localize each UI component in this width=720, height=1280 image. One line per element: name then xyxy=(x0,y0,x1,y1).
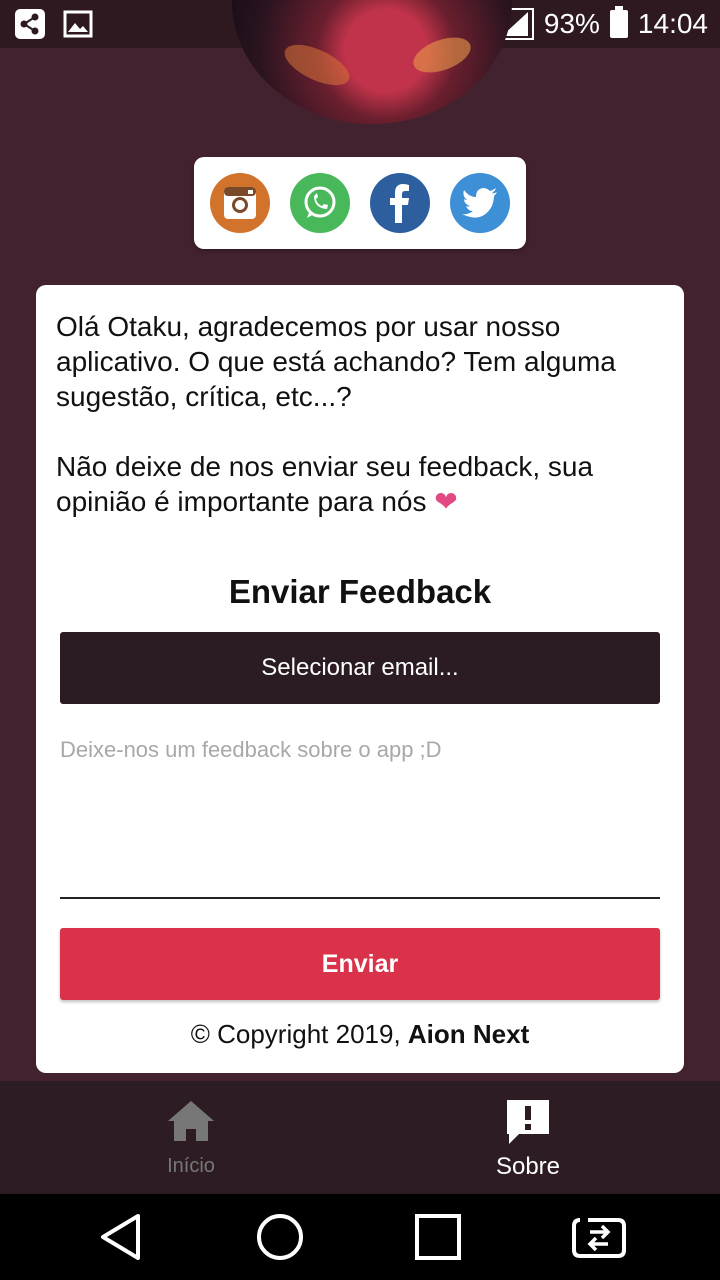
share-icon xyxy=(14,8,46,40)
image-icon xyxy=(62,8,94,40)
instagram-button[interactable] xyxy=(210,173,270,233)
system-navigation-bar xyxy=(0,1194,720,1280)
recents-icon[interactable] xyxy=(413,1212,463,1262)
select-email-button[interactable]: Selecionar email... xyxy=(60,632,660,704)
feedback-textarea[interactable] xyxy=(60,735,660,899)
feedback-title: Enviar Feedback xyxy=(228,573,492,610)
whatsapp-icon xyxy=(304,186,336,218)
twitter-button[interactable] xyxy=(450,173,510,233)
battery-icon xyxy=(609,6,628,38)
company-name: Aion Next xyxy=(407,1019,530,1049)
heart-icon: ❤ xyxy=(434,486,458,517)
switch-app-icon[interactable] xyxy=(570,1212,630,1262)
nav-item-sobre[interactable]: Sobre xyxy=(428,1081,628,1194)
twitter-icon xyxy=(462,188,497,218)
nav-label-sobre: Sobre xyxy=(495,1153,561,1180)
facebook-icon xyxy=(390,184,409,223)
bottom-navigation: Início Sobre xyxy=(0,1081,720,1194)
copyright-text: © Copyright 2019, Aion Next xyxy=(190,1019,530,1049)
facebook-button[interactable] xyxy=(370,173,430,233)
home-circle-icon[interactable] xyxy=(255,1212,305,1262)
send-button[interactable]: Enviar xyxy=(60,928,660,1000)
social-links-card xyxy=(194,157,526,249)
nav-label-inicio: Início xyxy=(167,1155,215,1177)
nav-item-inicio[interactable]: Início xyxy=(91,1081,291,1194)
profile-avatar xyxy=(232,0,512,124)
back-icon[interactable] xyxy=(98,1212,148,1262)
instagram-icon xyxy=(224,187,256,219)
intro-paragraph-1: Olá Otaku, agradecemos por usar nosso ap… xyxy=(56,311,616,412)
intro-paragraph-2: Não deixe de nos enviar seu feedback, su… xyxy=(56,451,594,517)
intro-text: Olá Otaku, agradecemos por usar nosso ap… xyxy=(56,309,666,519)
clock: 14:04 xyxy=(637,8,708,39)
home-icon xyxy=(168,1101,214,1141)
battery-percent: 93% xyxy=(543,8,600,39)
info-chat-icon xyxy=(507,1100,549,1144)
feedback-card: Olá Otaku, agradecemos por usar nosso ap… xyxy=(36,285,684,1073)
whatsapp-button[interactable] xyxy=(290,173,350,233)
